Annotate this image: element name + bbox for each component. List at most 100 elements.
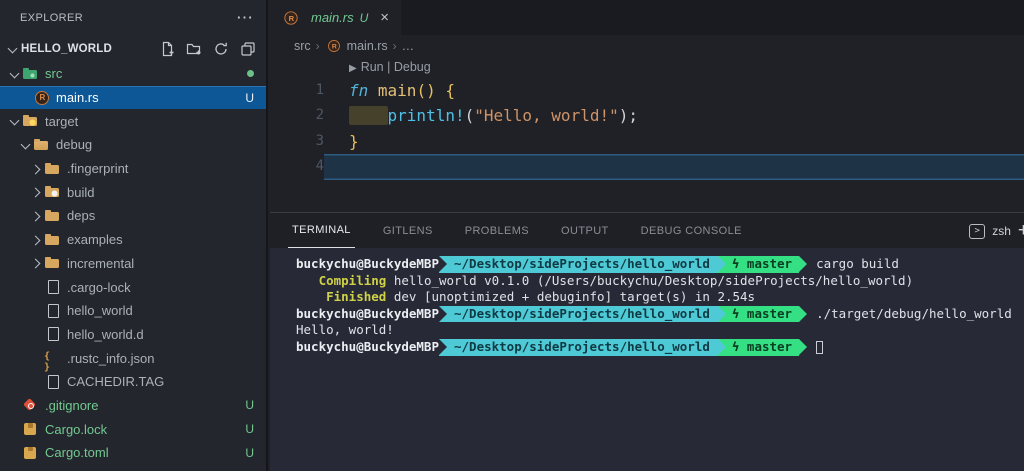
explorer-sidebar: EXPLORER ⋯ HELLO_WORLD src main.rs Utarget… [0,0,268,471]
untracked-badge: U [245,398,254,413]
tree-item-hello-world[interactable]: hello_world [0,299,266,323]
code-line-content [324,154,1024,180]
tree-item-cachedir-tag[interactable]: CACHEDIR.TAG [0,370,266,394]
tree-item-examples[interactable]: examples [0,228,266,252]
new-folder-icon[interactable] [186,41,202,57]
line-number: 2 [315,107,324,124]
folder-icon [44,255,62,271]
project-section-header[interactable]: HELLO_WORLD [0,36,266,62]
new-file-icon[interactable] [159,41,175,57]
tree-item-label: .cargo-lock [67,279,131,295]
code-line-1[interactable]: 1 fn main() { [270,78,1024,103]
editor-group: main.rs U × src › main.rs › … ▶ Run | Deb… [270,0,1024,212]
git-icon [22,397,40,413]
tree-item-hello-world-d[interactable]: hello_world.d [0,323,266,347]
terminal-text: Finished [326,289,387,305]
panel-tab-debug-console[interactable]: DEBUG CONSOLE [637,225,746,248]
chevron-right-icon[interactable] [30,233,44,247]
tree-item--fingerprint[interactable]: .fingerprint [0,157,266,181]
tree-item-label: debug [56,137,93,153]
tree-item--rustc-info-json[interactable]: .rustc_info.json [0,346,266,374]
tree-item-build[interactable]: build [0,180,266,204]
tree-item-src[interactable]: src [0,62,266,86]
more-actions-icon[interactable]: ⋯ [236,8,254,28]
chevron-right-icon[interactable] [30,256,44,270]
chevron-down-icon[interactable] [8,67,22,81]
breadcrumb-main-rs[interactable]: main.rs [347,39,388,53]
code-line-3[interactable]: 3} [270,129,1024,154]
prompt-path-segment: ~/Desktop/sideProjects/hello_world [439,305,718,323]
new-terminal-button[interactable]: + [1018,220,1024,242]
refresh-icon[interactable] [213,41,229,57]
project-name: HELLO_WORLD [21,43,112,55]
terminal-text: Compiling [318,272,387,288]
shell-selector[interactable]: zsh [992,224,1011,238]
file-icon [44,279,62,295]
chevron-down-icon[interactable] [19,138,33,152]
file-tree: src main.rs Utarget debug .fingerprint build d… [0,62,266,465]
debug-link[interactable]: Debug [394,60,431,74]
prompt-path-segment: ~/Desktop/sideProjects/hello_world [439,256,718,273]
tree-item--gitignore[interactable]: .gitignore U [0,394,266,418]
chevron-right-icon[interactable] [30,185,44,199]
code-line-4[interactable]: 4 [270,154,1024,180]
terminal-output[interactable]: buckychu@BuckydeMBP ~/Desktop/sideProject… [270,248,1024,356]
chevron-down-icon[interactable] [8,114,22,128]
tree-item-target[interactable]: target [0,109,266,133]
panel-tab-problems[interactable]: PROBLEMS [461,225,533,248]
tree-item-label: src [45,66,63,82]
chevron-right-icon[interactable] [30,162,44,176]
code-line-2[interactable]: 2 println!("Hello, world!"); [270,103,1024,128]
close-icon[interactable]: × [380,9,389,26]
code-token: "Hello, world!" [474,106,619,126]
rust-icon [33,90,51,106]
terminal-text: dev [unoptimized + debuginfo] target(s) … [386,289,756,305]
crate-icon [22,445,40,461]
folder-src-icon [22,66,40,82]
tree-item-cargo-toml[interactable]: Cargo.toml U [0,441,266,465]
prompt-git-branch-segment: ϟ master [717,305,800,323]
tree-item-label: hello_world [67,303,133,319]
prompt-arrow-icon [799,339,808,356]
crate-icon [22,421,40,437]
terminal-output-line: Finished dev [unoptimized + debuginfo] t… [296,289,1024,306]
collapse-all-icon[interactable] [240,41,256,57]
tab-modified-badge: U [359,10,369,25]
tree-item-debug[interactable]: debug [0,133,266,157]
code-token: { [445,81,455,100]
tree-item-main-rs[interactable]: main.rs U [0,85,266,110]
prompt-arrow-icon [799,256,808,273]
modified-dot-badge [247,70,254,78]
prompt-git-branch-segment: ϟ master [717,256,800,273]
tree-item-incremental[interactable]: incremental [0,252,266,276]
tree-item-label: deps [67,208,96,224]
code-token: } [349,131,359,151]
tree-item-cargo-lock[interactable]: Cargo.lock U [0,417,266,441]
code-editor[interactable]: ▶ Run | Debug 1 fn main() {2 println!("Hel… [270,57,1024,180]
line-number: 4 [315,158,324,175]
breadcrumb-src[interactable]: src [294,39,311,53]
tree-item-label: hello_world.d [67,326,144,342]
run-link[interactable]: Run [361,60,384,74]
tree-item--cargo-lock[interactable]: .cargo-lock [0,275,266,299]
breadcrumb-symbol[interactable]: … [402,39,415,53]
chevron-right-icon[interactable] [30,209,44,223]
breadcrumb: src › main.rs › … [270,35,1024,57]
terminal-icon[interactable]: > [969,223,986,239]
tab-filename: main.rs [311,10,354,25]
tree-item-deps[interactable]: deps [0,204,266,228]
panel-tab-output[interactable]: OUTPUT [557,225,613,248]
terminal-command: cargo build [816,256,899,271]
panel-tab-gitlens[interactable]: GITLENS [379,225,437,248]
tab-main-rs[interactable]: main.rs U × [270,0,402,35]
panel-tab-terminal[interactable]: TERMINAL [288,224,355,248]
